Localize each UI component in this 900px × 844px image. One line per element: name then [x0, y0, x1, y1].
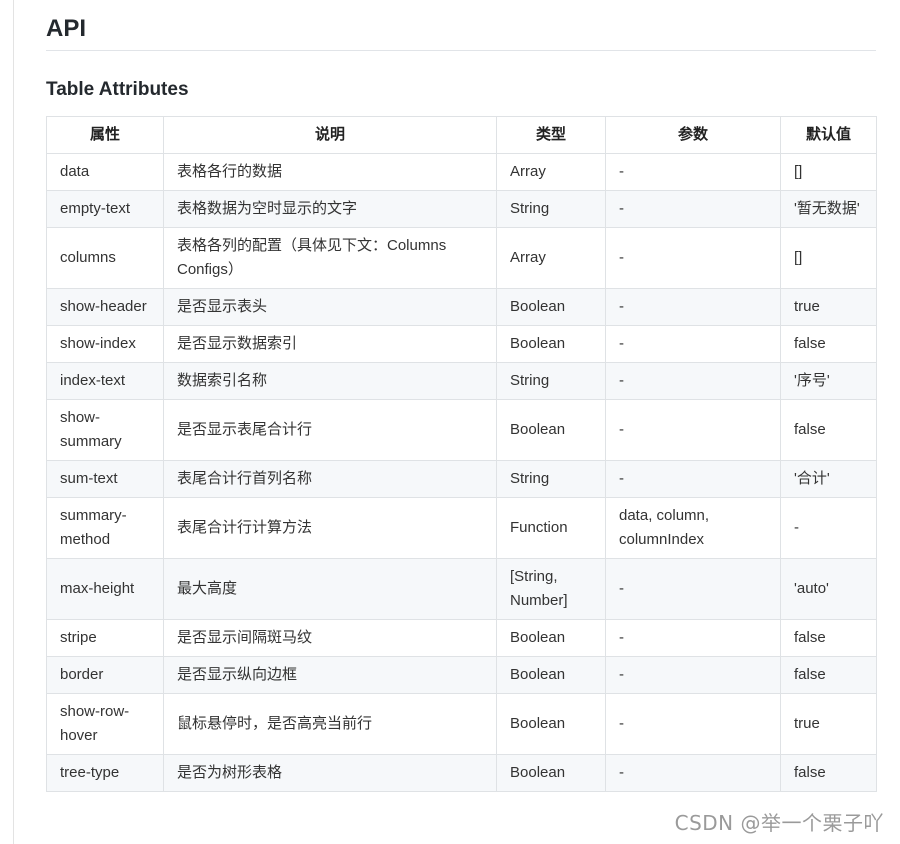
cell-params: - — [605, 153, 781, 191]
cell-params: - — [605, 362, 781, 400]
table-header-row: 属性 说明 类型 参数 默认值 — [46, 116, 877, 154]
cell-default: false — [780, 656, 877, 694]
cell-description: 是否显示纵向边框 — [163, 656, 497, 694]
cell-default: true — [780, 693, 877, 755]
cell-default: '暂无数据' — [780, 190, 877, 228]
table-row: index-text 数据索引名称 String - '序号' — [46, 362, 877, 400]
cell-attribute: show-row-hover — [46, 693, 164, 755]
cell-attribute: empty-text — [46, 190, 164, 228]
cell-attribute: stripe — [46, 619, 164, 657]
cell-description: 最大高度 — [163, 558, 497, 620]
cell-params: - — [605, 460, 781, 498]
cell-params: - — [605, 558, 781, 620]
header-attribute: 属性 — [46, 116, 164, 154]
header-params: 参数 — [605, 116, 781, 154]
cell-default: 'auto' — [780, 558, 877, 620]
cell-description: 是否显示表头 — [163, 288, 497, 326]
header-type: 类型 — [496, 116, 606, 154]
attributes-table: 属性 说明 类型 参数 默认值 data 表格各行的数据 Array -[] empt… — [46, 116, 877, 792]
cell-description: 表尾合计行首列名称 — [163, 460, 497, 498]
table-row: show-index 是否显示数据索引 Boolean - false — [46, 325, 877, 363]
cell-attribute: show-summary — [46, 399, 164, 461]
table-row: sum-text 表尾合计行首列名称 String - '合计' — [46, 460, 877, 498]
cell-type: Boolean — [496, 288, 606, 326]
table-row: summary-method 表尾合计行计算方法 Function data, col… — [46, 497, 877, 559]
cell-description: 鼠标悬停时，是否高亮当前行 — [163, 693, 497, 755]
cell-attribute: columns — [46, 227, 164, 289]
cell-type: Boolean — [496, 399, 606, 461]
cell-default: [] — [780, 227, 877, 289]
cell-type: Boolean — [496, 656, 606, 694]
cell-attribute: border — [46, 656, 164, 694]
cell-params: - — [605, 754, 781, 792]
cell-attribute: max-height — [46, 558, 164, 620]
cell-params: - — [605, 693, 781, 755]
cell-type: String — [496, 190, 606, 228]
cell-default: - — [780, 497, 877, 559]
cell-default: true — [780, 288, 877, 326]
cell-type: Boolean — [496, 325, 606, 363]
page-title: API — [46, 0, 876, 51]
page-left-border — [13, 0, 14, 844]
cell-params: - — [605, 399, 781, 461]
cell-type: String — [496, 460, 606, 498]
cell-default: '合计' — [780, 460, 877, 498]
cell-attribute: sum-text — [46, 460, 164, 498]
cell-type: Boolean — [496, 619, 606, 657]
table-row: border 是否显示纵向边框 Boolean - false — [46, 656, 877, 694]
table-row: show-header 是否显示表头 Boolean - true — [46, 288, 877, 326]
table-row: show-summary 是否显示表尾合计行 Boolean - false — [46, 399, 877, 461]
cell-default: false — [780, 399, 877, 461]
cell-default: false — [780, 325, 877, 363]
header-description: 说明 — [163, 116, 497, 154]
table-row: tree-type 是否为树形表格 Boolean - false — [46, 754, 877, 792]
cell-params: - — [605, 619, 781, 657]
cell-description: 表格各行的数据 — [163, 153, 497, 191]
cell-default: false — [780, 754, 877, 792]
cell-type: Array — [496, 227, 606, 289]
doc-content: API Table Attributes 属性 说明 类型 参数 默认值 dat… — [46, 0, 877, 792]
cell-params: - — [605, 190, 781, 228]
cell-description: 是否显示数据索引 — [163, 325, 497, 363]
cell-description: 是否为树形表格 — [163, 754, 497, 792]
cell-type: Boolean — [496, 693, 606, 755]
cell-attribute: show-index — [46, 325, 164, 363]
cell-default: [] — [780, 153, 877, 191]
cell-params: - — [605, 227, 781, 289]
cell-type: String — [496, 362, 606, 400]
table-row: empty-text 表格数据为空时显示的文字 String - '暂无数据' — [46, 190, 877, 228]
cell-description: 是否显示表尾合计行 — [163, 399, 497, 461]
cell-attribute: data — [46, 153, 164, 191]
cell-description: 是否显示间隔斑马纹 — [163, 619, 497, 657]
cell-params: - — [605, 325, 781, 363]
table-row: max-height 最大高度 [String, Number] -'auto' — [46, 558, 877, 620]
cell-description: 表尾合计行计算方法 — [163, 497, 497, 559]
cell-type: [String, Number] — [496, 558, 606, 620]
cell-type: Array — [496, 153, 606, 191]
cell-description: 表格数据为空时显示的文字 — [163, 190, 497, 228]
table-row: stripe 是否显示间隔斑马纹 Boolean - false — [46, 619, 877, 657]
cell-attribute: tree-type — [46, 754, 164, 792]
watermark: CSDN @举一个栗子吖 — [674, 811, 884, 835]
cell-default: '序号' — [780, 362, 877, 400]
section-title: Table Attributes — [46, 79, 189, 100]
cell-default: false — [780, 619, 877, 657]
table-body: data 表格各行的数据 Array -[] empty-text 表格数据为空时显示的… — [46, 153, 877, 792]
cell-attribute: summary-method — [46, 497, 164, 559]
cell-params: - — [605, 656, 781, 694]
cell-description: 表格各列的配置（具体见下文：Columns Configs） — [163, 227, 497, 289]
header-default: 默认值 — [780, 116, 877, 154]
table-row: data 表格各行的数据 Array -[] — [46, 153, 877, 191]
table-row: show-row-hover 鼠标悬停时，是否高亮当前行 Boolean - true — [46, 693, 877, 755]
cell-attribute: index-text — [46, 362, 164, 400]
cell-description: 数据索引名称 — [163, 362, 497, 400]
cell-type: Boolean — [496, 754, 606, 792]
cell-params: data, column, columnIndex — [605, 497, 781, 559]
cell-params: - — [605, 288, 781, 326]
cell-type: Function — [496, 497, 606, 559]
table-row: columns 表格各列的配置（具体见下文：Columns Configs） Arr… — [46, 227, 877, 289]
cell-attribute: show-header — [46, 288, 164, 326]
